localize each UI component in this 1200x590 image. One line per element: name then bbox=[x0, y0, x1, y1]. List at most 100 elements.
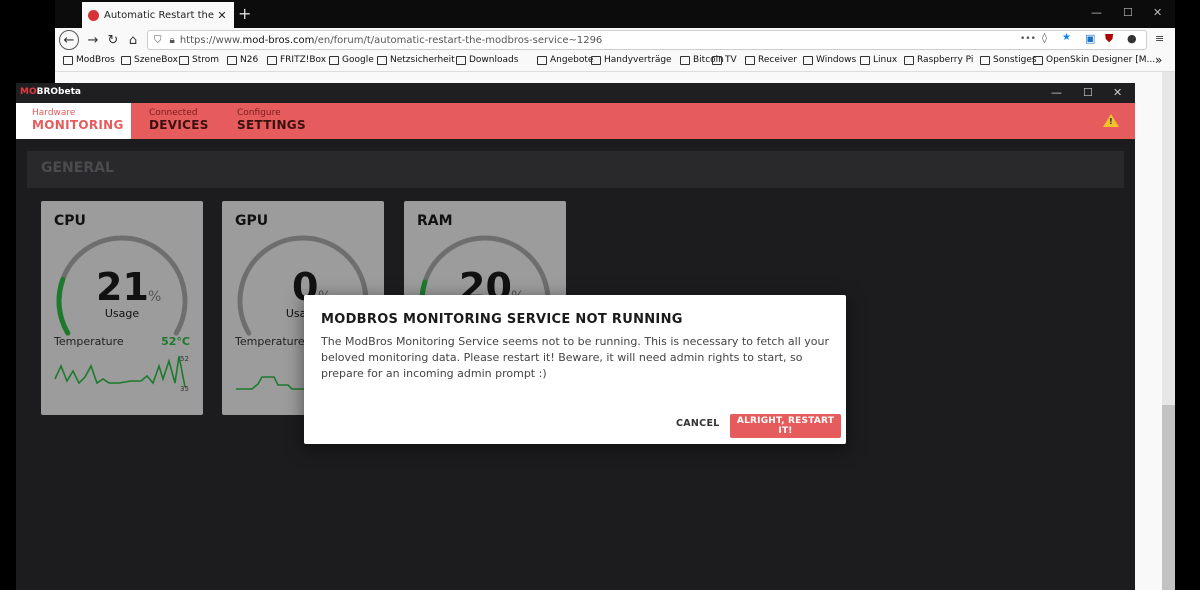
bookmarks-toolbar: ModBros SzeneBox Strom N26 FRITZ!Box Google Ne… bbox=[55, 52, 1175, 72]
bookmark-item[interactable]: Google bbox=[329, 55, 374, 65]
temperature-sparkline bbox=[236, 376, 312, 390]
modbros-favicon-icon bbox=[88, 9, 99, 21]
minimize-icon[interactable]: — bbox=[1091, 6, 1102, 19]
bookmark-item[interactable]: OpenSkin Designer [M... bbox=[1033, 55, 1155, 65]
bookmark-item[interactable]: Angebote bbox=[537, 55, 593, 65]
temperature-label: Temperature bbox=[54, 335, 124, 348]
folder-icon bbox=[267, 55, 277, 65]
bookmark-label: Netzsicherheit bbox=[390, 55, 455, 65]
bookmark-item[interactable]: Downloads bbox=[456, 55, 518, 65]
bookmark-item[interactable]: Windows bbox=[803, 55, 856, 65]
bookmark-item[interactable]: Handyverträge bbox=[591, 55, 672, 65]
scrollbar-thumb[interactable] bbox=[1162, 405, 1175, 590]
usage-label: Usage bbox=[104, 307, 140, 320]
bookmarks-overflow-icon[interactable]: » bbox=[1155, 53, 1162, 67]
bookmark-label: Angebote bbox=[550, 55, 594, 65]
card-cpu: CPU 21% Usage Temperature 52°C 52 35 bbox=[41, 201, 203, 415]
bookmark-star-icon[interactable]: ★ bbox=[1062, 32, 1071, 43]
dialog-title: MODBROS MONITORING SERVICE NOT RUNNING bbox=[321, 312, 683, 327]
bookmark-item[interactable]: Sonstiges bbox=[980, 55, 1037, 65]
folder-icon bbox=[377, 55, 387, 65]
bookmark-item[interactable]: N26 bbox=[227, 55, 258, 65]
bookmark-item[interactable]: TV bbox=[712, 55, 737, 65]
tab-small-label: Hardware bbox=[32, 108, 76, 118]
folder-icon bbox=[680, 55, 690, 65]
bookmark-item[interactable]: SzeneBox bbox=[121, 55, 178, 65]
bookmark-item[interactable]: Netzsicherheit bbox=[377, 55, 455, 65]
close-window-icon[interactable]: ✕ bbox=[1153, 6, 1162, 19]
browser-tab[interactable]: Automatic Restart the ModBros ✕ bbox=[82, 2, 234, 28]
app-titlebar: MOBRObeta — ☐ ✕ bbox=[16, 83, 1135, 103]
tab-connected-devices[interactable]: Connected DEVICES bbox=[149, 103, 209, 139]
menu-icon[interactable]: ≡ bbox=[1155, 32, 1164, 45]
new-tab-button[interactable]: + bbox=[238, 4, 251, 23]
bookmark-label: Receiver bbox=[758, 55, 797, 65]
extension-icon[interactable]: ▣ bbox=[1085, 32, 1095, 45]
home-icon[interactable]: ⌂ bbox=[123, 30, 143, 50]
temperature-value: 52°C bbox=[161, 335, 190, 348]
url-path: /en/forum/t/automatic-restart-the-modbro… bbox=[314, 34, 603, 46]
usage-unit: % bbox=[148, 289, 162, 305]
folder-icon bbox=[63, 55, 73, 65]
warning-icon[interactable]: ! bbox=[1103, 114, 1119, 127]
temperature-tick-high: 52 bbox=[180, 355, 189, 363]
maximize-icon[interactable]: ☐ bbox=[1123, 6, 1133, 19]
bookmark-label: OpenSkin Designer [M... bbox=[1046, 55, 1156, 65]
profile-icon[interactable]: ● bbox=[1127, 32, 1137, 45]
bookmark-item[interactable]: Receiver bbox=[745, 55, 797, 65]
card-title: RAM bbox=[417, 213, 453, 229]
ublock-icon[interactable]: ⛊ bbox=[1105, 32, 1113, 46]
bookmark-label: SzeneBox bbox=[134, 55, 178, 65]
bookmark-item[interactable]: Linux bbox=[860, 55, 897, 65]
bookmark-item[interactable]: ModBros bbox=[63, 55, 115, 65]
temperature-sparkline bbox=[54, 355, 186, 388]
folder-icon bbox=[860, 55, 870, 65]
tab-big-label: MONITORING bbox=[32, 118, 124, 132]
app-maximize-icon[interactable]: ☐ bbox=[1083, 86, 1093, 99]
bookmark-label: Sonstiges bbox=[993, 55, 1037, 65]
modbros-logo: MOBRObeta bbox=[20, 87, 81, 97]
card-title: CPU bbox=[54, 213, 86, 229]
service-not-running-dialog: MODBROS MONITORING SERVICE NOT RUNNING T… bbox=[304, 295, 846, 444]
pocket-icon[interactable]: ◊ bbox=[1042, 33, 1047, 44]
card-title: GPU bbox=[235, 213, 269, 229]
section-title: GENERAL bbox=[27, 151, 1124, 188]
bookmark-label: Handyverträge bbox=[604, 55, 672, 65]
app-close-icon[interactable]: ✕ bbox=[1113, 86, 1122, 99]
app-minimize-icon[interactable]: — bbox=[1051, 86, 1062, 99]
bookmark-item[interactable]: Raspberry Pi bbox=[904, 55, 973, 65]
bookmark-label: N26 bbox=[240, 55, 259, 65]
forward-arrow-icon[interactable]: → bbox=[83, 30, 103, 50]
usage-value: 21 bbox=[96, 265, 149, 309]
reload-icon[interactable]: ↻ bbox=[103, 30, 123, 50]
lock-icon: 🔒︎ bbox=[169, 34, 175, 46]
cancel-button[interactable]: CANCEL bbox=[676, 418, 720, 429]
bookmark-item[interactable]: Strom bbox=[179, 55, 219, 65]
temperature-tick-low: 35 bbox=[180, 385, 189, 393]
tab-title: Automatic Restart the ModBros bbox=[104, 9, 216, 21]
bookmark-label: FRITZ!Box bbox=[280, 55, 327, 65]
page-actions-icon[interactable]: ••• bbox=[1020, 34, 1036, 44]
back-arrow-icon[interactable]: ← bbox=[59, 30, 79, 50]
tab-configure-settings[interactable]: Configure SETTINGS bbox=[237, 103, 306, 139]
bookmark-label: Strom bbox=[192, 55, 220, 65]
bookmark-item[interactable]: FRITZ!Box bbox=[267, 55, 326, 65]
shield-icon[interactable]: ⛉ bbox=[154, 35, 162, 46]
screen: Automatic Restart the ModBros ✕ + — ☐ ✕ … bbox=[0, 0, 1200, 590]
folder-icon bbox=[980, 55, 990, 65]
folder-icon bbox=[456, 55, 466, 65]
folder-icon bbox=[537, 55, 547, 65]
tab-bar: Automatic Restart the ModBros ✕ + — ☐ ✕ bbox=[55, 0, 1175, 28]
folder-icon bbox=[227, 55, 237, 65]
bookmark-label: ModBros bbox=[76, 55, 115, 65]
bookmark-label: Raspberry Pi bbox=[917, 55, 974, 65]
tab-hardware-monitoring[interactable]: Hardware MONITORING bbox=[16, 103, 131, 139]
temperature-label: Temperature bbox=[235, 335, 305, 348]
dialog-body: The ModBros Monitoring Service seems not… bbox=[321, 335, 829, 380]
app-navigation: Hardware MONITORING Connected DEVICES Co… bbox=[16, 103, 1135, 139]
navigation-toolbar: ← → ↻ ⌂ ⛉ 🔒︎ https://www. mod-bros.com/en… bbox=[55, 28, 1175, 52]
url-bar[interactable]: ⛉ 🔒︎ https://www. mod-bros.com/en/forum/t… bbox=[147, 30, 1147, 50]
restart-button[interactable]: ALRIGHT, RESTART IT! bbox=[730, 414, 841, 438]
tab-small-label: Configure bbox=[237, 108, 281, 118]
close-tab-icon[interactable]: ✕ bbox=[216, 9, 228, 22]
